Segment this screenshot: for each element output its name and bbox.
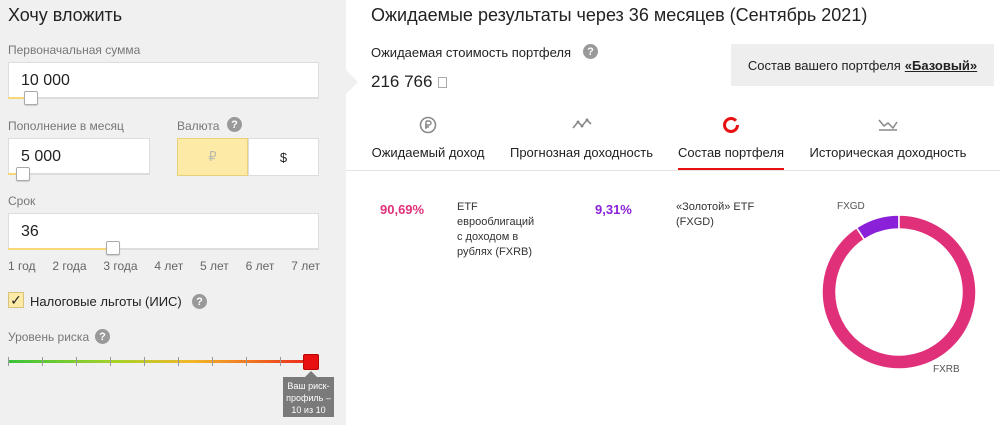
donut-label-fxrb: FXRB (933, 364, 960, 375)
slider-fill (8, 248, 114, 250)
initial-amount-slider-handle[interactable] (24, 91, 38, 105)
donut-icon (722, 116, 740, 137)
ruble-coin-icon (419, 116, 437, 137)
term-tick[interactable]: 7 лет (291, 259, 320, 273)
holding-name-line: с доходом в (457, 231, 519, 243)
risk-tick (110, 357, 111, 366)
panel-pointer-arrow (346, 70, 358, 94)
results-title: Ожидаемые результаты через 36 месяцев (С… (371, 5, 868, 25)
risk-tick (8, 357, 9, 366)
holding-name-line: (FXGD) (676, 216, 714, 228)
holding-name-line: ETF (457, 201, 478, 213)
risk-tick (42, 357, 43, 366)
term-slider-handle[interactable] (106, 241, 120, 255)
tab-forecast-yield[interactable]: Прогнозная доходность (509, 112, 654, 170)
currency-usd-button[interactable]: $ (248, 138, 319, 176)
monthly-slider-handle[interactable] (16, 167, 30, 181)
risk-tick (280, 357, 281, 366)
risk-slider[interactable] (8, 360, 316, 363)
term-label: Срок (8, 194, 36, 208)
risk-tooltip: Ваш риск- профиль – 10 из 10 (283, 377, 334, 417)
term-tick[interactable]: 1 год (8, 259, 36, 273)
risk-tick (212, 357, 213, 366)
tab-label: Прогнозная доходность (509, 145, 654, 160)
expected-value-label: Ожидаемая стоимость портфеля (371, 45, 572, 60)
term-tick[interactable]: 4 лет (154, 259, 183, 273)
holding-fxrb-name: ETF еврооблигаций с доходом в рублях (FX… (457, 200, 534, 260)
tabs-divider (346, 170, 1000, 171)
tab-expected-income[interactable]: Ожидаемый доход (371, 112, 485, 170)
donut-slice-fxrb (821, 214, 977, 370)
holding-name-line: рублях (FXRB) (457, 246, 533, 258)
history-chart-icon (877, 116, 899, 135)
initial-amount-slider[interactable] (8, 97, 319, 99)
monthly-label: Пополнение в месяц (8, 119, 124, 133)
term-tick[interactable]: 2 года (52, 259, 86, 273)
expected-help-icon[interactable]: ? (583, 44, 598, 59)
term-tick[interactable]: 3 года (103, 259, 137, 273)
risk-tick (178, 357, 179, 366)
currency-help-icon[interactable]: ? (227, 117, 242, 132)
tab-portfolio-composition[interactable]: Состав портфеля (678, 112, 784, 170)
expected-value-amount: 216 766 (371, 72, 433, 91)
iis-help-icon[interactable]: ? (192, 294, 207, 309)
risk-tick (144, 357, 145, 366)
holding-fxgd-percent: 9,31% (595, 202, 632, 217)
holding-name-line: еврооблигаций (457, 216, 535, 228)
term-slider[interactable] (8, 248, 319, 250)
investment-input-panel: Хочу вложить Первоначальная сумма 10 000… (0, 0, 346, 425)
holding-fxgd-name: «Золотой» ETF (FXGD) (676, 200, 754, 230)
initial-amount-label: Первоначальная сумма (8, 43, 141, 57)
portfolio-prefix: Состав вашего портфеля (747, 57, 901, 73)
risk-tick (246, 357, 247, 366)
tooltip-line: 10 из 10 (291, 405, 326, 415)
ruble-icon (438, 77, 448, 89)
portfolio-name-link[interactable]: «Базовый» (905, 58, 977, 73)
tab-label: Ожидаемый доход (371, 145, 485, 160)
risk-help-icon[interactable]: ? (95, 329, 110, 344)
risk-slider-handle[interactable] (303, 354, 319, 370)
expected-value: 216 766 (371, 72, 448, 92)
iis-label: Налоговые льготы (ИИС) (30, 294, 182, 309)
tab-label: Состав портфеля (678, 145, 784, 160)
term-ticks: 1 год 2 года 3 года 4 лет 5 лет 6 лет 7 … (8, 259, 320, 273)
risk-tick (76, 357, 77, 366)
iis-checkbox[interactable]: ✓ (8, 292, 24, 308)
tooltip-line: Ваш риск- (287, 381, 330, 391)
currency-label: Валюта (177, 119, 220, 133)
term-input[interactable]: 36 (8, 213, 319, 250)
tab-historical-yield[interactable]: Историческая доходность (809, 112, 967, 170)
portfolio-info-box: Состав вашего портфеля «Базовый» (731, 44, 994, 86)
risk-label: Уровень риска (8, 330, 90, 344)
slider-fill (8, 173, 16, 175)
holding-name-line: «Золотой» ETF (676, 201, 755, 213)
tab-label: Историческая доходность (809, 145, 967, 160)
term-tick[interactable]: 5 лет (200, 259, 229, 273)
term-tick[interactable]: 6 лет (246, 259, 275, 273)
holding-fxrb-percent: 90,69% (380, 202, 425, 217)
portfolio-donut-chart (821, 214, 977, 370)
panel-title: Хочу вложить (8, 5, 123, 25)
donut-slice-fxgd (855, 214, 900, 241)
trend-line-icon (571, 116, 593, 135)
initial-amount-input[interactable]: 10 000 (8, 62, 319, 99)
app-root: Хочу вложить Первоначальная сумма 10 000… (0, 0, 1000, 425)
donut-label-fxgd: FXGD (837, 201, 865, 212)
tooltip-line: профиль – (286, 393, 331, 403)
currency-rub-button[interactable]: ₽ (177, 138, 248, 176)
check-icon: ✓ (10, 292, 22, 308)
